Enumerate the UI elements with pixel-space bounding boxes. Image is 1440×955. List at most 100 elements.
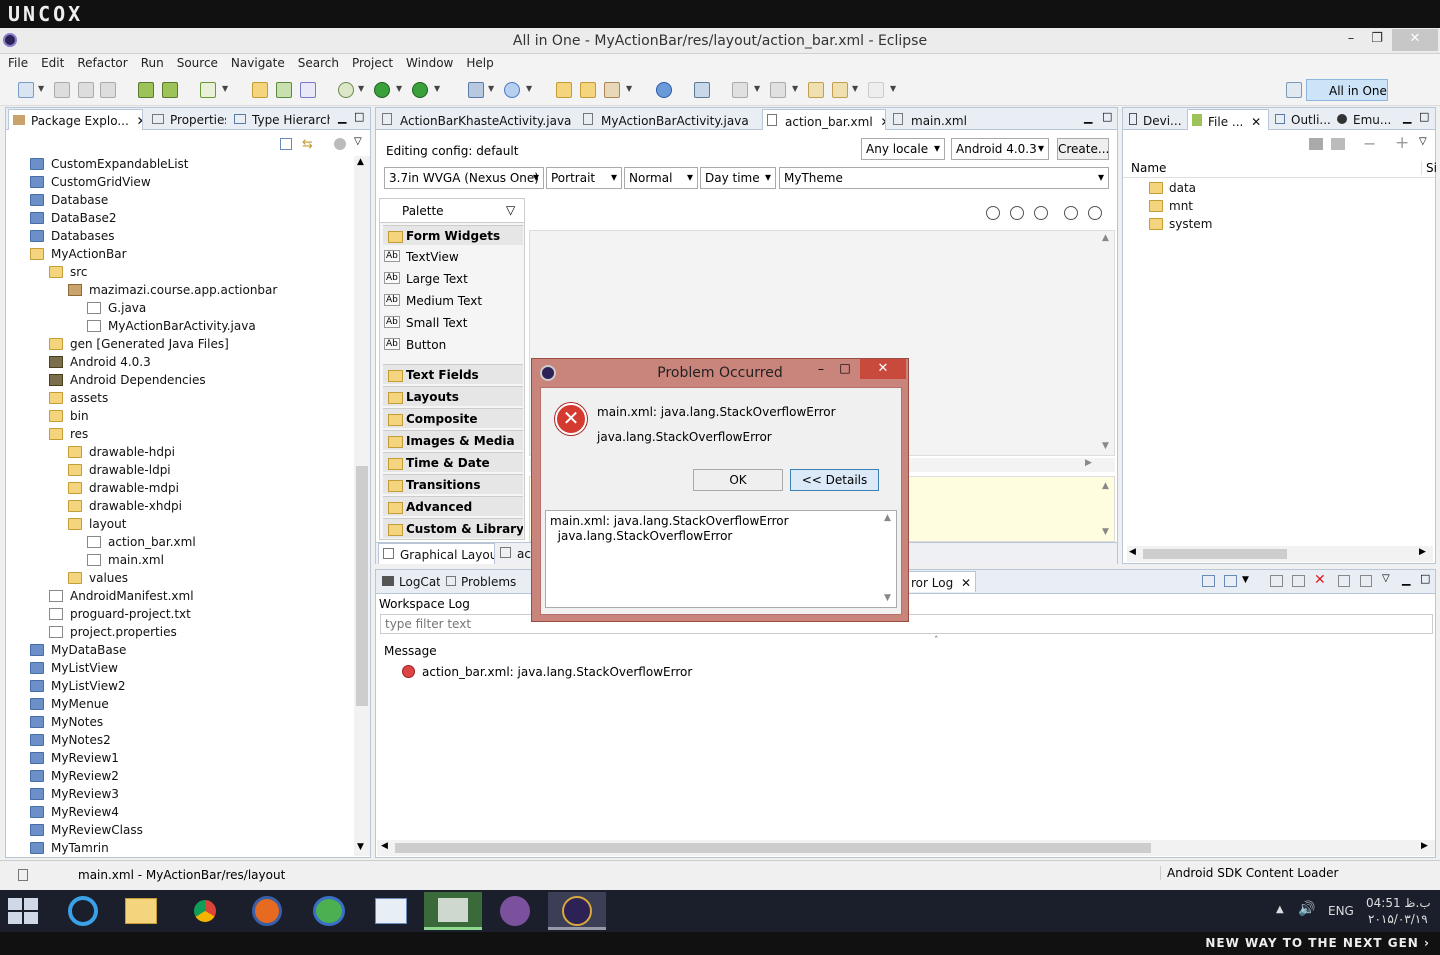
zoom-real-icon[interactable] [986,206,1000,220]
firefox-taskbar-icon[interactable] [238,892,296,930]
chevron-down-icon[interactable]: ▼ [38,84,46,93]
minimize-view-icon[interactable]: ▁ [338,111,346,124]
zoom-100-icon[interactable] [1034,206,1048,220]
eclipse-taskbar-icon[interactable] [548,892,606,930]
create-config-button[interactable]: Create... [1057,138,1109,160]
time-select[interactable]: Day time [700,167,776,189]
chrome-taskbar-icon[interactable] [176,892,234,930]
menu-navigate[interactable]: Navigate [223,54,290,70]
chevron-down-icon[interactable]: ▼ [852,84,860,93]
back-icon[interactable] [832,82,848,98]
dialog-minimize-button[interactable]: – [812,362,830,376]
menu-window[interactable]: Window [398,54,458,70]
chevron-down-icon[interactable]: ▼ [488,84,496,93]
import-log-icon[interactable] [1224,575,1237,587]
menu-source[interactable]: Source [169,54,223,70]
chevron-down-icon[interactable]: ▼ [222,84,230,93]
pull-file-icon[interactable] [1309,138,1323,150]
palette-transitions[interactable]: Transitions [383,474,523,494]
scroll-thumb[interactable] [356,466,368,706]
maximize-view-icon[interactable]: □ [1419,110,1429,123]
close-icon[interactable]: ✕ [881,115,885,129]
close-icon[interactable]: ✕ [137,114,142,128]
android-sdk-icon[interactable] [138,82,154,98]
chevron-down-icon[interactable]: ▼ [890,84,898,93]
palette-button[interactable]: Button [384,335,446,355]
new-folder-icon[interactable]: + [1395,133,1409,153]
scroll-down-icon[interactable]: ▼ [1102,441,1109,451]
tab-devices[interactable]: Devi... [1125,109,1185,130]
palette-composite[interactable]: Composite [383,408,523,428]
open-file-icon[interactable] [580,82,596,98]
close-icon[interactable]: ✕ [1251,115,1261,129]
scroll-up-icon[interactable]: ▲ [1102,233,1109,243]
menu-refactor[interactable]: Refactor [69,54,132,70]
scroll-up-icon[interactable]: ▲ [1102,481,1109,491]
next-annotation-icon[interactable] [732,82,748,98]
delete-icon[interactable]: ✕ [1314,572,1326,588]
open-folder-icon[interactable] [556,82,572,98]
tab-outline[interactable]: Outli... [1271,109,1331,130]
scroll-up-icon[interactable]: ▲ [884,513,891,523]
file-hscroll[interactable]: ◀ ▶ [1127,546,1433,562]
search-icon[interactable] [504,82,520,98]
close-button[interactable]: ✕ [1392,29,1438,51]
save-all-icon[interactable] [78,82,94,98]
tab-properties[interactable]: Properties [148,109,226,130]
restore-log-icon[interactable] [1360,575,1372,587]
lint-icon[interactable] [200,82,216,98]
editor-hscroll[interactable]: ◀ ▶ [377,840,1435,856]
palette-advanced[interactable]: Advanced [383,496,523,516]
last-edit-icon[interactable] [808,82,824,98]
minimize-button[interactable]: – [1340,29,1362,51]
delete-file-icon[interactable]: − [1363,134,1376,153]
link-icon[interactable] [694,82,710,98]
fast-view-icon[interactable] [18,869,28,881]
new-project-icon[interactable] [252,82,268,98]
maximize-view-icon[interactable]: □ [354,110,364,123]
minimize-view-icon[interactable]: ▁ [1402,573,1410,586]
link-editor-icon[interactable]: ⇆ [302,137,316,152]
tree-scrollbar[interactable]: ▲ ▼ [354,156,370,856]
chevron-down-icon[interactable]: ▽ [1382,573,1390,584]
col-name[interactable]: Name [1131,161,1166,175]
palette-form-widgets[interactable]: Form Widgets [383,225,523,245]
col-size[interactable]: Si [1421,161,1437,175]
print-icon[interactable] [100,82,116,98]
tab-problems[interactable]: Problems [442,571,518,592]
language-indicator[interactable]: ENG [1328,904,1354,918]
prev-annotation-icon[interactable] [770,82,786,98]
log-col-message[interactable]: Message [384,644,437,658]
tab-myactionbaractivity[interactable]: MyActionBarActivity.java [579,109,759,130]
downloader-taskbar-icon[interactable] [300,892,358,930]
tab-logcat[interactable]: LogCat [378,571,440,592]
palette-large-text[interactable]: Large Text [384,269,468,289]
notepad-taskbar-icon[interactable] [362,892,420,930]
device-select[interactable]: 3.7in WVGA (Nexus One) [384,167,544,189]
chevron-down-icon[interactable]: ▼ [434,84,442,93]
tab-xml-source[interactable]: ac [496,543,536,564]
scroll-right-icon[interactable]: ▶ [1421,841,1428,851]
new-class-icon[interactable] [276,82,292,98]
chevron-down-icon[interactable]: ▽ [506,203,515,217]
new-icon[interactable] [18,82,34,98]
orientation-select[interactable]: Portrait [546,167,622,189]
tab-error-log[interactable]: ror Log ✕ [906,571,976,592]
palette-textview[interactable]: TextView [384,247,459,267]
scroll-thumb[interactable] [1143,549,1287,559]
details-textarea[interactable]: main.xml: java.lang.StackOverflowError j… [545,510,897,608]
chevron-down-icon[interactable]: ▼ [396,84,404,93]
save-icon[interactable] [54,82,70,98]
mode-select[interactable]: Normal [624,167,698,189]
locale-select[interactable]: Any locale [861,138,945,160]
chevron-down-icon[interactable]: ▼ [626,84,634,93]
close-icon[interactable]: ✕ [961,576,971,590]
chevron-down-icon[interactable]: ▼ [1242,575,1249,585]
log-row[interactable]: action_bar.xml: java.lang.StackOverflowE… [376,662,1435,682]
chevron-down-icon[interactable]: ▽ [1419,136,1427,147]
palette-header[interactable]: Palette ▽ [380,199,524,223]
start-button[interactable] [8,898,38,924]
zoom-in-icon[interactable] [1088,206,1102,220]
clear-log-icon[interactable] [1270,575,1283,587]
globe-icon[interactable] [656,82,672,98]
